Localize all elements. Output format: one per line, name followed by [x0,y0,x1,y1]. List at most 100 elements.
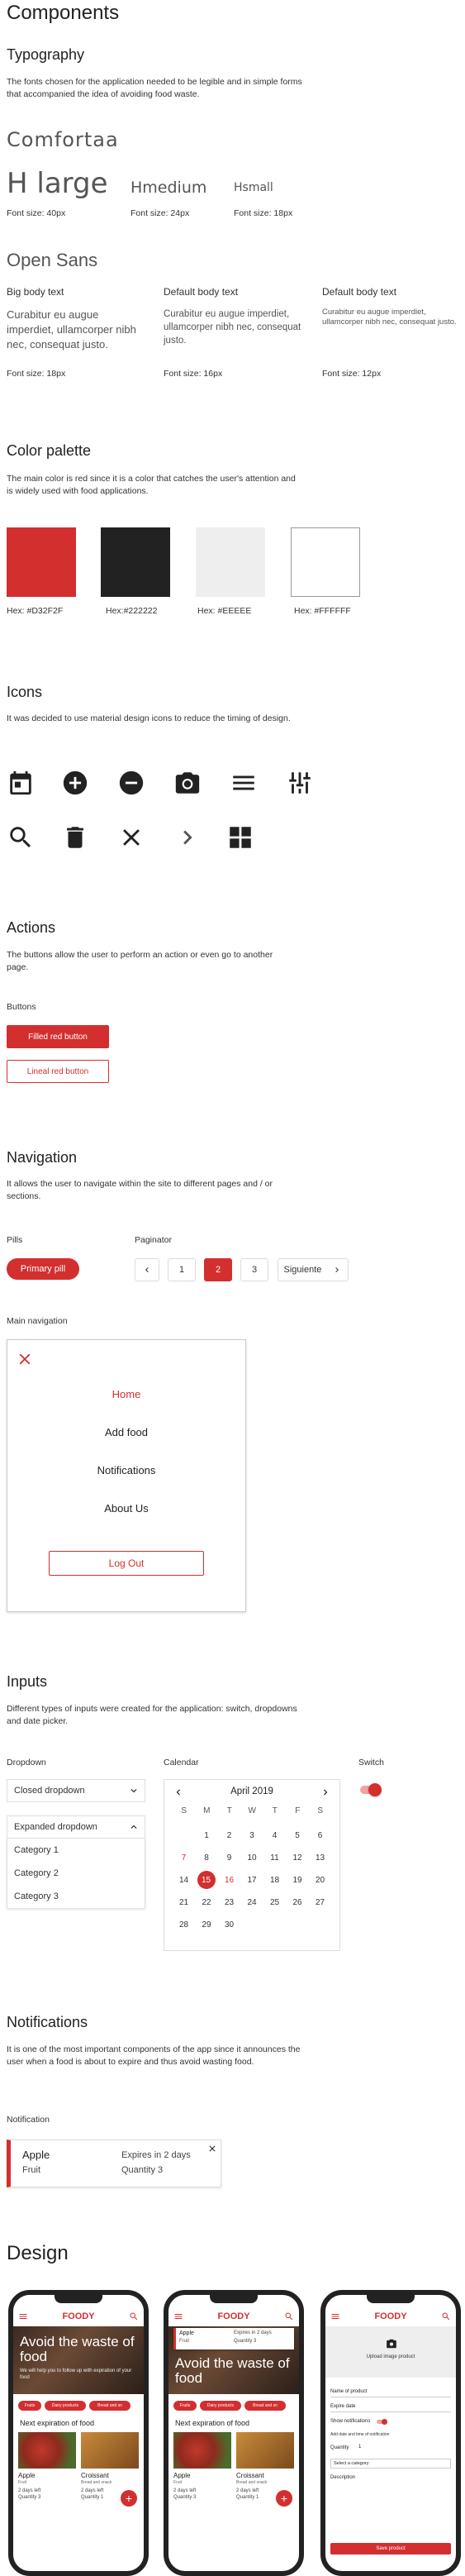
add-fab[interactable]: + [276,2490,292,2507]
calendar-day[interactable]: 9 [218,1847,240,1869]
delete-icon [67,827,83,848]
croissant-image [236,2432,294,2469]
calendar-day[interactable]: 2 [218,1825,240,1847]
calendar-day[interactable]: 1 [196,1825,218,1847]
swatch-white-label: Hex: #FFFFFF [294,606,351,616]
calendar-day[interactable]: 25 [263,1891,286,1914]
calendar-day[interactable]: 29 [196,1914,218,1936]
apple-image [173,2432,231,2469]
swatch-black-label: Hex:#222222 [106,606,158,616]
notification-time-field[interactable]: Add date and time of notification [330,2432,451,2437]
calendar-icon [10,770,31,795]
primary-pill[interactable]: Primary pill [7,1258,79,1280]
paginator-next-button[interactable]: Siguiente [278,1258,349,1281]
close-icon [123,829,140,846]
calendar-day[interactable]: 10 [241,1847,263,1869]
chip-fruits[interactable]: Fruits [18,2401,41,2411]
upload-label: Upload image product [366,2354,415,2359]
calendar-day[interactable]: 16 [218,1869,240,1891]
paginator-page-3[interactable]: 3 [240,1258,268,1281]
description-field[interactable]: Description [330,2475,355,2480]
calendar-day[interactable]: 6 [309,1825,331,1847]
phone-notch [55,2295,102,2303]
calendar-day[interactable]: 14 [173,1869,195,1891]
calendar-day[interactable]: 12 [287,1847,309,1869]
search-icon[interactable] [441,2311,451,2321]
calendar-day[interactable]: 13 [309,1847,331,1869]
calendar-day[interactable]: 26 [287,1891,309,1914]
phone-notification: FOODY Avoid the waste of food Apple Frui… [164,2290,304,2576]
notification-name: Apple [22,2149,50,2161]
chip-fruits[interactable]: Fruits [173,2401,197,2411]
expanded-dropdown[interactable]: Expanded dropdown [7,1815,145,1839]
chevron-left-icon [145,1267,149,1272]
calendar-day[interactable]: 5 [287,1825,309,1847]
calendar-day[interactable]: 18 [263,1869,286,1891]
calendar-weekday: T [272,1806,278,1815]
close-icon[interactable] [16,1350,34,1368]
calendar-day[interactable]: 27 [309,1891,331,1914]
calendar-day[interactable]: 21 [173,1891,195,1914]
page-title: Components [7,2,120,24]
close-icon[interactable] [207,2144,217,2154]
notifications-switch[interactable] [377,2419,387,2425]
calendar-day[interactable]: 8 [196,1847,218,1869]
notification-card[interactable]: Apple Fruit Expires in 2 days Quantity 3 [7,2140,221,2187]
calendar-day[interactable]: 17 [241,1869,263,1891]
h-large-sample: H large [7,167,108,200]
chip-dairy[interactable]: Dairy products [45,2401,86,2411]
name-field[interactable]: Name of product [330,2389,451,2397]
dropdown-option[interactable]: Category 2 [7,1862,145,1885]
calendar-day[interactable]: 19 [287,1869,309,1891]
big-body-size: Font size: 18px [7,369,66,379]
calendar-day[interactable]: 3 [241,1825,263,1847]
nav-item-home[interactable]: Home [7,1388,245,1400]
notification-quantity: Quantity 3 [121,2165,164,2175]
paginator-prev-button[interactable] [135,1258,159,1281]
calendar-weekday: S [181,1806,187,1815]
card-name: Croissant [81,2472,109,2479]
paginator-page-1[interactable]: 1 [168,1258,196,1281]
closed-dropdown[interactable]: Closed dropdown [7,1779,145,1802]
palette-title: Color palette [7,442,92,459]
category-select[interactable]: Select a category [330,2459,451,2469]
hero-title: Avoid the waste of food [20,2334,135,2364]
expire-date-field[interactable]: Expire date [330,2404,451,2412]
switch-thumb [382,2419,387,2425]
search-icon[interactable] [284,2311,294,2321]
nav-item-add-food[interactable]: Add food [7,1426,245,1438]
calendar-day[interactable]: 28 [173,1914,195,1936]
chevron-right-icon[interactable] [320,1787,331,1798]
calendar-day[interactable]: 24 [241,1891,263,1914]
calendar-day[interactable]: 4 [263,1825,286,1847]
search-icon [10,827,31,848]
calendar-day[interactable]: 11 [263,1847,286,1869]
calendar-day[interactable]: 22 [196,1891,218,1914]
search-icon[interactable] [129,2311,139,2321]
calendar-weekday: W [248,1806,256,1815]
calendar-day[interactable]: 20 [309,1869,331,1891]
paginator-page-2[interactable]: 2 [204,1258,232,1281]
chip-dairy[interactable]: Dairy products [200,2401,241,2411]
quantity-stepper[interactable]: 1 [358,2445,361,2450]
switch-toggle[interactable] [360,1783,382,1796]
card-days: 2 days left [18,2488,41,2493]
upload-area[interactable]: Upload image product [325,2326,456,2378]
chip-bread[interactable]: Bread and sn [244,2401,286,2411]
logout-button[interactable]: Log Out [49,1551,204,1576]
dropdown-option[interactable]: Category 1 [7,1839,145,1862]
toast-notification[interactable]: Apple Fruit Expires in 2 days Quantity 3 [173,2328,294,2349]
calendar-day[interactable]: 30 [218,1914,240,1936]
nav-item-notifications[interactable]: Notifications [7,1464,245,1476]
calendar-day[interactable]: 7 [173,1847,195,1869]
calendar-day[interactable]: 15 [197,1871,216,1889]
brand-logo: FOODY [217,2311,250,2321]
lineal-red-button[interactable]: Lineal red button [7,1060,109,1083]
filled-red-button[interactable]: Filled red button [7,1025,109,1048]
add-fab[interactable]: + [121,2490,137,2507]
save-product-button[interactable]: Save product [330,2543,451,2555]
dropdown-option[interactable]: Category 3 [7,1885,145,1908]
chip-bread[interactable]: Bread and sn [89,2401,130,2411]
nav-item-about-us[interactable]: About Us [7,1502,245,1515]
calendar-day[interactable]: 23 [218,1891,240,1914]
